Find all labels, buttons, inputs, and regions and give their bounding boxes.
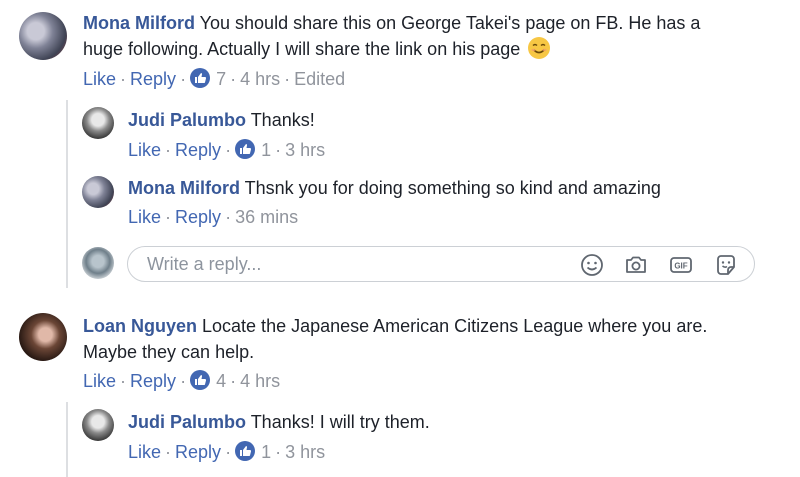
reply-link[interactable]: Reply [175,442,221,462]
comment-body: Judi Palumbo Thanks! [128,107,315,133]
comment-actions: Like · Reply · 7 · 4 hrs · Edited [83,68,346,89]
comment-text: You should share this on George Takei's … [194,13,701,33]
comment-body: Mona Milford You should share this on Ge… [83,10,783,62]
comment-actions: Like · Reply · 1 · 3 hrs [128,441,326,462]
avatar[interactable] [19,12,67,60]
like-reaction-icon[interactable] [190,68,211,88]
like-link[interactable]: Like [83,69,116,89]
reply-link[interactable]: Reply [130,371,176,391]
timestamp[interactable]: 4 hrs [240,69,280,89]
timestamp[interactable]: 36 mins [235,207,298,227]
like-reaction-icon[interactable] [190,370,211,390]
comment-text: Thsnk you for doing something so kind an… [239,178,661,198]
comment-actions: Like · Reply · 4 · 4 hrs [83,370,281,391]
comment-actions: Like · Reply · 1 · 3 hrs [128,139,326,160]
like-link[interactable]: Like [83,371,116,391]
sticker-icon[interactable] [714,253,738,277]
comment-body: Mona Milford Thsnk you for doing somethi… [128,175,661,201]
comment-body: Loan Nguyen Locate the Japanese American… [83,313,783,365]
smiling-face-icon [528,37,551,59]
avatar[interactable] [82,409,114,441]
comment-text: huge following. Actually I will share th… [83,39,521,59]
reply-link[interactable]: Reply [130,69,176,89]
comment-text: Maybe they can help. [83,342,255,362]
reaction-count[interactable]: 7 [216,69,226,89]
author-name[interactable]: Mona Milford [83,13,195,33]
like-link[interactable]: Like [128,140,161,160]
comment-text: Thanks! [246,110,315,130]
reply-thread-line [66,100,68,288]
author-name[interactable]: Judi Palumbo [128,110,246,130]
comment-text: Locate the Japanese American Citizens Le… [197,316,708,336]
emoji-icon[interactable] [580,253,604,277]
comment-body: Judi Palumbo Thanks! I will try them. [128,409,430,435]
svg-text:GIF: GIF [674,262,687,271]
reaction-count[interactable]: 1 [261,140,271,160]
author-name[interactable]: Loan Nguyen [83,316,197,336]
like-link[interactable]: Like [128,442,161,462]
avatar[interactable] [82,176,114,208]
current-user-avatar [82,247,114,279]
timestamp[interactable]: 3 hrs [285,140,325,160]
reply-link[interactable]: Reply [175,140,221,160]
avatar[interactable] [19,313,67,361]
like-reaction-icon[interactable] [235,441,256,461]
comment-text: Thanks! I will try them. [246,412,430,432]
reaction-count[interactable]: 4 [216,371,226,391]
camera-icon[interactable] [624,253,648,277]
edited-label[interactable]: Edited [294,69,345,89]
reply-placeholder: Write a reply... [147,254,262,274]
reaction-count[interactable]: 1 [261,442,271,462]
avatar[interactable] [82,107,114,139]
timestamp[interactable]: 3 hrs [285,442,325,462]
reply-link[interactable]: Reply [175,207,221,227]
reply-thread-line [66,402,68,477]
reply-input[interactable]: Write a reply... GIF [127,246,755,282]
author-name[interactable]: Mona Milford [128,178,240,198]
like-link[interactable]: Like [128,207,161,227]
like-reaction-icon[interactable] [235,139,256,159]
author-name[interactable]: Judi Palumbo [128,412,246,432]
timestamp[interactable]: 4 hrs [240,371,280,391]
gif-icon[interactable]: GIF [669,253,693,277]
comment-actions: Like · Reply · 36 mins [128,207,299,227]
